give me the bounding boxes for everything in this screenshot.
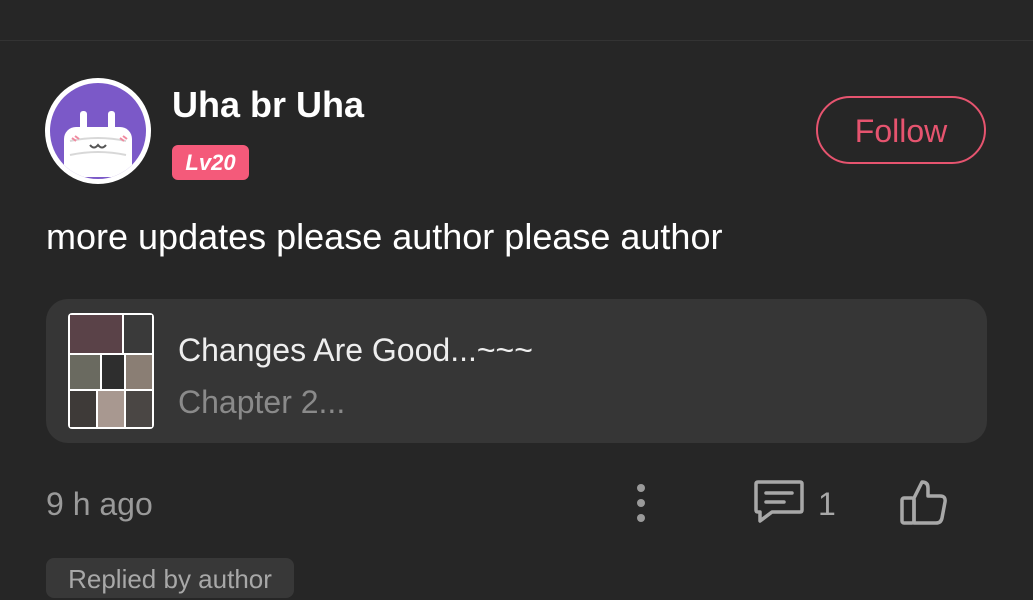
masked-face-avatar-icon: [64, 111, 132, 177]
book-chapter: Chapter 2...: [178, 384, 346, 420]
more-options-button[interactable]: [622, 478, 662, 528]
book-title: Changes Are Good...~~~: [178, 332, 533, 368]
like-button[interactable]: [898, 476, 950, 528]
thumbs-up-icon: [900, 480, 947, 525]
replied-by-author-tag: Replied by author: [46, 558, 294, 598]
author-name[interactable]: Uha br Uha: [172, 84, 364, 126]
book-cover: [68, 313, 154, 429]
reply-button[interactable]: [752, 478, 806, 524]
level-badge: Lv20: [172, 145, 249, 180]
comment-text: more updates please author please author: [46, 216, 723, 257]
reply-count: 1: [818, 486, 836, 522]
chat-bubble-icon: [754, 480, 804, 523]
top-bar: [0, 0, 1033, 41]
avatar-image: [50, 83, 146, 179]
timestamp: 9 h ago: [46, 486, 153, 522]
avatar[interactable]: [45, 78, 151, 184]
follow-button[interactable]: Follow: [816, 96, 986, 164]
book-card[interactable]: Changes Are Good...~~~ Chapter 2...: [46, 299, 987, 443]
vertical-dots-icon: [637, 484, 645, 522]
